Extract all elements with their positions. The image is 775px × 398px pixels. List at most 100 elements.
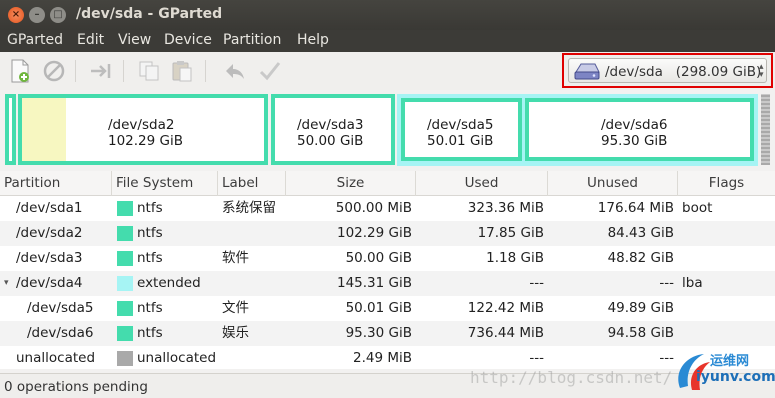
- cell-file-system: ntfs: [137, 250, 163, 266]
- partition-name: /dev/sda6: [601, 117, 668, 133]
- cell-file-system: ntfs: [137, 325, 163, 341]
- cell-used: 736.44 MiB: [467, 325, 544, 341]
- column-flags[interactable]: Flags: [678, 171, 775, 196]
- cell-used: 1.18 GiB: [486, 250, 544, 266]
- apply-icon[interactable]: [256, 57, 284, 85]
- table-row[interactable]: /dev/sda2 ntfs 102.29 GiB 17.85 GiB 84.43 Gi…: [0, 221, 775, 246]
- watermark-text: http://blog.csdn.net/: [470, 368, 673, 387]
- column-partition[interactable]: Partition: [0, 171, 112, 196]
- cell-file-system: ntfs: [137, 200, 163, 216]
- used-space-bar: [22, 98, 66, 161]
- harddisk-icon: [574, 63, 600, 80]
- menu-partition[interactable]: Partition: [223, 32, 281, 48]
- cell-label: 文件: [222, 300, 249, 316]
- partition-name: /dev/sda5: [427, 117, 494, 133]
- cell-partition: /dev/sda3: [16, 250, 83, 266]
- cell-file-system: ntfs: [137, 300, 163, 316]
- toolbar-separator: [123, 60, 124, 82]
- cell-unused: 48.82 GiB: [607, 250, 674, 266]
- menu-device[interactable]: Device: [164, 32, 212, 48]
- filesystem-color-swatch: [117, 226, 133, 241]
- minimize-icon[interactable]: –: [29, 7, 45, 23]
- paste-icon[interactable]: [168, 57, 196, 85]
- table-row[interactable]: /dev/sda1 ntfs 系统保留 500.00 MiB 323.36 MiB 176…: [0, 196, 775, 221]
- partition-block-sda2[interactable]: /dev/sda2 102.29 GiB: [18, 94, 268, 165]
- device-selector-label: /dev/sda (298.09 GiB): [605, 64, 762, 80]
- partition-name: /dev/sda2: [108, 117, 175, 133]
- toolbar-separator: [205, 60, 206, 82]
- menu-view[interactable]: View: [118, 32, 151, 48]
- cell-unused: ---: [659, 275, 674, 291]
- cell-unused: 49.89 GiB: [607, 300, 674, 316]
- column-file-system[interactable]: File System: [112, 171, 218, 196]
- filesystem-color-swatch: [117, 251, 133, 266]
- cell-unused: 94.58 GiB: [607, 325, 674, 341]
- partition-size: 102.29 GiB: [108, 133, 184, 149]
- cell-file-system: unallocated: [137, 350, 217, 366]
- menu-edit[interactable]: Edit: [77, 32, 104, 48]
- logo-title: 运维网: [710, 354, 750, 369]
- partition-block-sda1[interactable]: [5, 94, 16, 165]
- filesystem-color-swatch: [117, 276, 133, 291]
- cell-used: 323.36 MiB: [467, 200, 544, 216]
- undo-icon[interactable]: [221, 57, 249, 85]
- unallocated-block[interactable]: [761, 94, 770, 165]
- menu-bar: GParted Edit View Device Partition Help: [0, 30, 775, 52]
- cell-unused: 84.43 GiB: [607, 225, 674, 241]
- cell-label: 系统保留: [222, 200, 276, 216]
- close-icon[interactable]: ×: [8, 7, 24, 23]
- extended-partition-block[interactable]: /dev/sda5 50.01 GiB /dev/sda6 95.30 GiB: [397, 94, 758, 166]
- cell-partition: /dev/sda4: [16, 275, 83, 291]
- column-used[interactable]: Used: [416, 171, 548, 196]
- column-label[interactable]: Label: [218, 171, 286, 196]
- cell-size: 500.00 MiB: [335, 200, 412, 216]
- partition-block-sda5[interactable]: /dev/sda5 50.01 GiB: [401, 98, 522, 161]
- partition-table: Partition File System Label Size Used Un…: [0, 171, 775, 369]
- column-size[interactable]: Size: [286, 171, 416, 196]
- cell-used: ---: [529, 275, 544, 291]
- filesystem-color-swatch: [117, 201, 133, 216]
- cell-size: 50.00 GiB: [345, 250, 412, 266]
- collapse-triangle-icon[interactable]: ▾: [4, 278, 9, 288]
- device-selector[interactable]: /dev/sda (298.09 GiB) ▴ ▾: [562, 53, 773, 88]
- table-row[interactable]: /dev/sda5 ntfs 文件 50.01 GiB 122.42 MiB 49.89 …: [0, 296, 775, 321]
- partition-size: 50.00 GiB: [297, 133, 364, 149]
- partition-name: /dev/sda3: [297, 117, 364, 133]
- cell-label: 娱乐: [222, 325, 249, 341]
- cell-file-system: ntfs: [137, 225, 163, 241]
- logo-subtitle: iyunv.com: [696, 369, 775, 385]
- partition-block-sda6[interactable]: /dev/sda6 95.30 GiB: [525, 98, 754, 161]
- chevron-updown-icon: ▴ ▾: [759, 62, 764, 80]
- cell-label: 软件: [222, 250, 249, 266]
- cell-partition: /dev/sda1: [16, 200, 83, 216]
- partition-size: 50.01 GiB: [427, 133, 494, 149]
- new-partition-icon[interactable]: [6, 57, 34, 85]
- cell-size: 102.29 GiB: [336, 225, 412, 241]
- title-bar: × – □ /dev/sda - GParted: [0, 0, 775, 30]
- cell-size: 95.30 GiB: [345, 325, 412, 341]
- cell-partition: /dev/sda2: [16, 225, 83, 241]
- table-row[interactable]: ▾ /dev/sda4 extended 145.31 GiB --- --- lba: [0, 271, 775, 296]
- device-combobox[interactable]: /dev/sda (298.09 GiB) ▴ ▾: [568, 58, 767, 83]
- resize-move-icon[interactable]: [87, 57, 115, 85]
- toolbar-separator: [75, 60, 76, 82]
- menu-gparted[interactable]: GParted: [7, 32, 63, 48]
- copy-icon[interactable]: [135, 57, 163, 85]
- filesystem-color-swatch: [117, 301, 133, 316]
- watermark-logo: 运维网 iyunv.com: [674, 348, 775, 392]
- column-unused[interactable]: Unused: [548, 171, 678, 196]
- menu-help[interactable]: Help: [297, 32, 329, 48]
- delete-icon[interactable]: [40, 57, 68, 85]
- cell-used: 122.42 MiB: [467, 300, 544, 316]
- cell-size: 50.01 GiB: [345, 300, 412, 316]
- maximize-icon[interactable]: □: [50, 7, 66, 23]
- cell-unused: 176.64 MiB: [597, 200, 674, 216]
- cell-partition: /dev/sda6: [27, 325, 94, 341]
- partition-block-sda3[interactable]: /dev/sda3 50.00 GiB: [271, 94, 395, 165]
- table-row[interactable]: /dev/sda6 ntfs 娱乐 95.30 GiB 736.44 MiB 94.58 …: [0, 321, 775, 346]
- cell-partition: unallocated: [16, 350, 96, 366]
- table-row[interactable]: /dev/sda3 ntfs 软件 50.00 GiB 1.18 GiB 48.82 Gi…: [0, 246, 775, 271]
- cell-used: 17.85 GiB: [477, 225, 544, 241]
- cell-flags: lba: [682, 275, 703, 291]
- cell-size: 145.31 GiB: [336, 275, 412, 291]
